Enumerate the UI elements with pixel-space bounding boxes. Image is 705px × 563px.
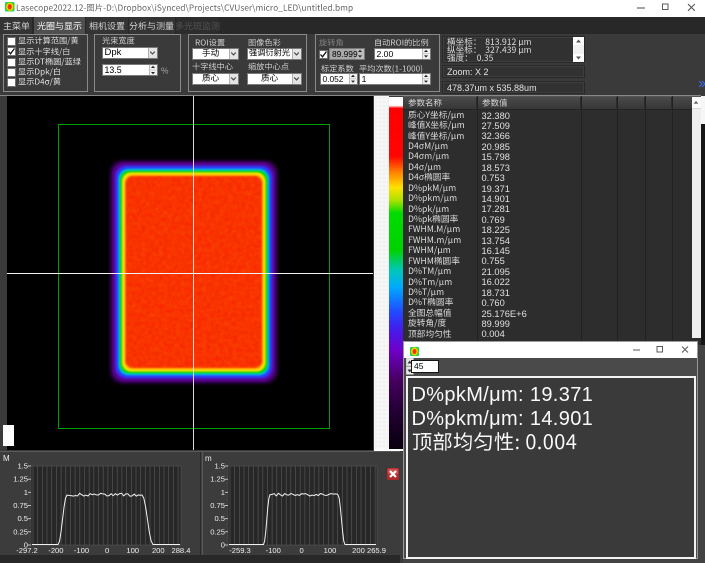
svg-text:100: 100: [324, 546, 337, 555]
svg-text:-100: -100: [74, 546, 89, 555]
svg-text:0.5: 0.5: [214, 514, 225, 523]
svg-text:-200: -200: [48, 546, 63, 555]
svg-text:288.4: 288.4: [171, 546, 190, 555]
svg-text:1.5: 1.5: [17, 462, 28, 471]
svg-text:0.5: 0.5: [17, 514, 28, 523]
svg-text:1: 1: [24, 488, 28, 497]
svg-text:0.75: 0.75: [210, 501, 225, 510]
svg-text:-297.2: -297.2: [16, 546, 38, 555]
svg-text:m: m: [205, 454, 212, 463]
svg-text:1.25: 1.25: [210, 475, 225, 484]
svg-text:1: 1: [221, 488, 225, 497]
svg-text:1.25: 1.25: [13, 475, 28, 484]
svg-text:200: 200: [152, 546, 165, 555]
svg-text:0.25: 0.25: [13, 527, 28, 536]
svg-text:0.25: 0.25: [210, 527, 225, 536]
svg-text:1.5: 1.5: [214, 462, 225, 471]
svg-text:200: 200: [352, 546, 365, 555]
svg-text:0.75: 0.75: [13, 501, 28, 510]
svg-text:-259.3: -259.3: [229, 546, 251, 555]
svg-text:0: 0: [105, 546, 109, 555]
svg-text:M: M: [3, 454, 10, 463]
svg-text:100: 100: [126, 546, 139, 555]
svg-text:265.9: 265.9: [367, 546, 386, 555]
svg-text:0: 0: [221, 541, 225, 550]
svg-text:0: 0: [299, 546, 303, 555]
svg-text:-100: -100: [266, 546, 281, 555]
